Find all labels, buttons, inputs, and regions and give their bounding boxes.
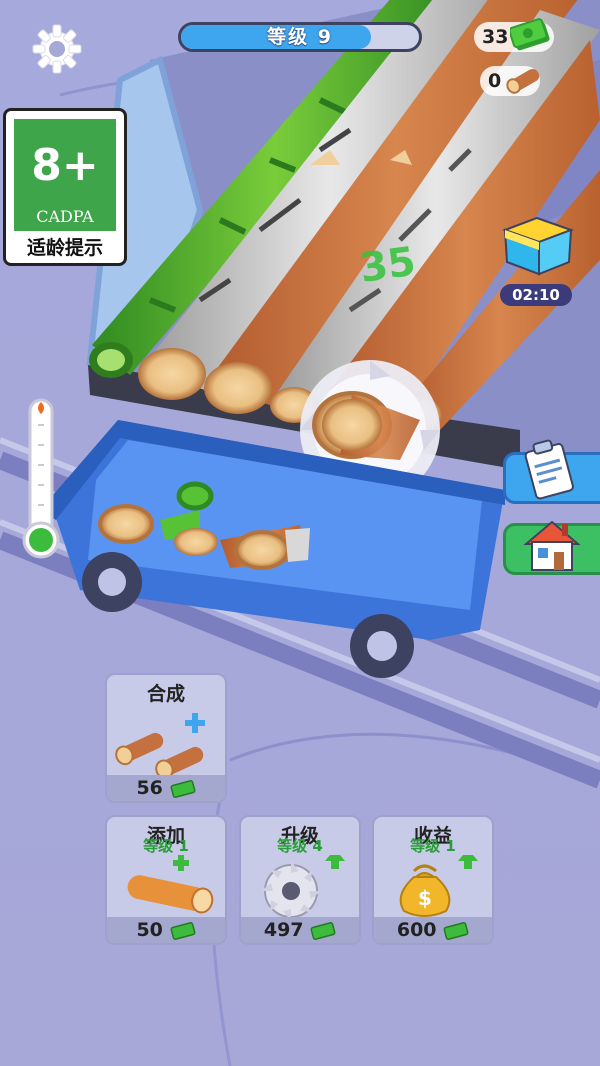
income-card[interactable]: 收益 等级 1 $ 600	[372, 815, 494, 945]
level-label: 等级 9	[267, 26, 333, 48]
add-card[interactable]: 添加 等级 1 50	[105, 815, 227, 945]
merge-price-value: 56	[136, 777, 163, 799]
upgrade-price-value: 497	[263, 919, 304, 941]
cash-value: 33	[482, 26, 509, 48]
income-level: 等级 1	[410, 837, 456, 855]
log-counter: 0	[480, 66, 540, 96]
cash-bill-icon	[170, 921, 196, 940]
svg-text:35: 35	[357, 239, 419, 292]
merge-card[interactable]: 合成 56	[105, 673, 227, 803]
merge-price: 56	[107, 775, 225, 801]
cash-bill-icon	[310, 921, 336, 940]
upgrade-price: 497	[241, 917, 359, 943]
add-price-value: 50	[136, 919, 163, 941]
cash-counter: 33	[474, 18, 554, 52]
income-price: 600	[374, 917, 492, 943]
age-rating-badge: 8+ CADPA 适龄提示	[3, 108, 127, 266]
log-icon	[506, 69, 540, 94]
add-price: 50	[107, 917, 225, 943]
money-bag-icon: $	[399, 855, 478, 917]
log-count-value: 0	[488, 70, 502, 92]
svg-text:$: $	[418, 886, 432, 910]
task-list-button[interactable]	[503, 439, 600, 504]
upgrade-card[interactable]: 升级 等级 4 497	[239, 815, 361, 945]
merge-logs-icon	[115, 713, 205, 775]
cash-bill-icon	[443, 921, 469, 940]
settings-gear-icon[interactable]	[28, 20, 86, 78]
saw-blade-icon	[261, 855, 345, 917]
age-rating-value: 8+	[31, 140, 99, 191]
rating-org: CADPA	[36, 207, 94, 226]
chest-timer: 02:10	[500, 284, 572, 306]
home-button[interactable]	[503, 520, 600, 575]
rating-hint: 适龄提示	[26, 237, 103, 259]
merge-title: 合成	[146, 683, 185, 705]
house-icon	[523, 520, 581, 571]
add-level: 等级 1	[143, 837, 189, 855]
cash-bill-icon	[170, 779, 196, 798]
chest-icon[interactable]	[497, 212, 577, 278]
clipboard-icon	[524, 439, 574, 500]
age-rating-panel: 8+ CADPA	[14, 119, 116, 231]
add-log-icon	[127, 855, 214, 914]
income-price-value: 600	[396, 919, 437, 941]
level-progress-bar: 等级 9	[178, 22, 422, 52]
cash-bill-icon	[510, 18, 550, 51]
upgrade-level: 等级 4	[277, 837, 323, 855]
